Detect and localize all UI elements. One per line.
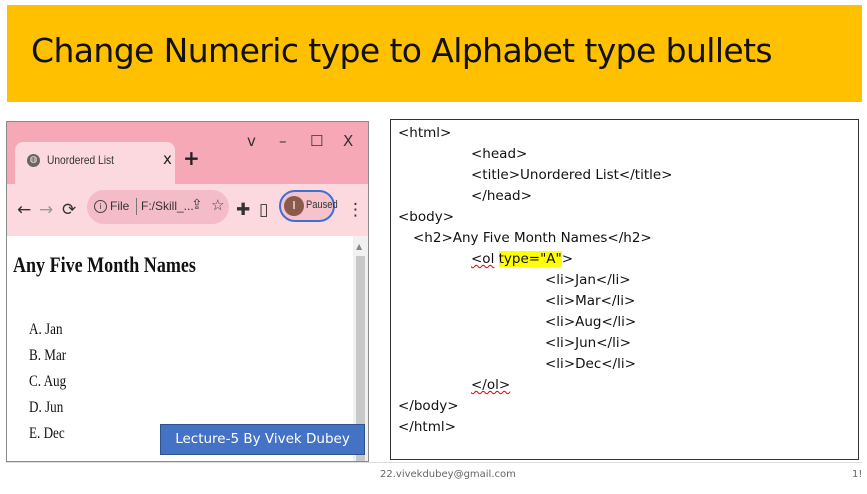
page-heading: Any Five Month Names bbox=[13, 252, 196, 277]
new-tab-button[interactable]: + bbox=[183, 146, 200, 170]
slide-title: Change Numeric type to Alphabet type bul… bbox=[31, 31, 773, 70]
footer-page-number: 1! bbox=[852, 469, 863, 480]
footer-email: 22.vivekdubey@gmail.com bbox=[380, 469, 516, 480]
browser-window: ◍ Unordered List x + v – ☐ X ← → ⟳ i Fil… bbox=[6, 121, 369, 462]
side-panel-icon[interactable]: ▯ bbox=[259, 200, 268, 220]
ol-tag-close-bracket: > bbox=[561, 251, 574, 267]
bookmark-star-icon[interactable]: ☆ bbox=[211, 196, 224, 214]
profile-status: Paused bbox=[306, 199, 338, 211]
list-item: E. Dec bbox=[29, 425, 65, 442]
reload-icon[interactable]: ⟳ bbox=[62, 200, 76, 220]
avatar: I bbox=[284, 196, 304, 216]
code-line: <body> bbox=[398, 209, 455, 225]
menu-kebab-icon[interactable]: ⋮ bbox=[347, 200, 364, 220]
code-line: <html> bbox=[398, 125, 452, 141]
list-item: B. Mar bbox=[29, 347, 67, 364]
code-line-ol-open: <ol type="A"> bbox=[471, 251, 573, 267]
code-line: <li>Dec</li> bbox=[545, 356, 636, 372]
minimize-button[interactable]: – bbox=[279, 132, 287, 150]
code-line: </head> bbox=[471, 188, 532, 204]
title-banner: Change Numeric type to Alphabet type bul… bbox=[7, 5, 862, 102]
code-line: <li>Aug</li> bbox=[545, 314, 637, 330]
code-line: </ol> bbox=[471, 377, 511, 393]
lecture-badge: Lecture-5 By Vivek Dubey bbox=[160, 424, 365, 455]
scroll-up-arrow-icon[interactable]: ▲ bbox=[356, 242, 362, 251]
extensions-puzzle-icon[interactable]: ✚ bbox=[236, 200, 250, 220]
forward-arrow-icon[interactable]: → bbox=[39, 200, 53, 220]
share-icon[interactable]: ⇪ bbox=[191, 197, 203, 213]
tab-title: Unordered List bbox=[47, 153, 114, 167]
ol-tag-open: <ol bbox=[471, 251, 495, 267]
code-line: <li>Jun</li> bbox=[545, 335, 631, 351]
code-line: </body> bbox=[398, 398, 459, 414]
omnibox-separator bbox=[136, 198, 137, 215]
list-item: C. Aug bbox=[29, 373, 67, 390]
code-line: <title>Unordered List</title> bbox=[471, 167, 673, 183]
list-item: D. Jun bbox=[29, 399, 64, 416]
code-line: <h2>Any Five Month Names</h2> bbox=[413, 230, 652, 246]
code-line: </html> bbox=[398, 419, 456, 435]
back-arrow-icon[interactable]: ← bbox=[17, 200, 31, 220]
tab-close-button[interactable]: x bbox=[163, 150, 172, 168]
address-bar[interactable]: i File F:/Skill_... ⇪ ☆ bbox=[87, 190, 229, 224]
code-line: <head> bbox=[471, 146, 528, 162]
info-icon[interactable]: i bbox=[94, 200, 107, 213]
browser-toolbar: ← → ⟳ i File F:/Skill_... ⇪ ☆ ✚ ▯ I Paus… bbox=[7, 184, 368, 236]
tab-search-button[interactable]: v bbox=[247, 132, 256, 150]
globe-icon: ◍ bbox=[27, 154, 40, 167]
type-attribute-highlight: type="A" bbox=[498, 251, 562, 267]
tab-bar: ◍ Unordered List x + v – ☐ X bbox=[7, 122, 368, 184]
footer-divider bbox=[6, 462, 862, 463]
browser-tab[interactable]: ◍ Unordered List x bbox=[15, 142, 175, 184]
list-item: A. Jan bbox=[29, 321, 63, 338]
scheme-label: File bbox=[110, 199, 130, 213]
code-line: <li>Jan</li> bbox=[545, 272, 631, 288]
close-window-button[interactable]: X bbox=[343, 132, 353, 150]
code-panel: <html> <head> <title>Unordered List</tit… bbox=[390, 119, 859, 460]
code-line: <li>Mar</li> bbox=[545, 293, 636, 309]
profile-button[interactable]: I Paused bbox=[279, 190, 338, 222]
url-text[interactable]: F:/Skill_... bbox=[141, 199, 194, 213]
maximize-button[interactable]: ☐ bbox=[310, 132, 323, 150]
